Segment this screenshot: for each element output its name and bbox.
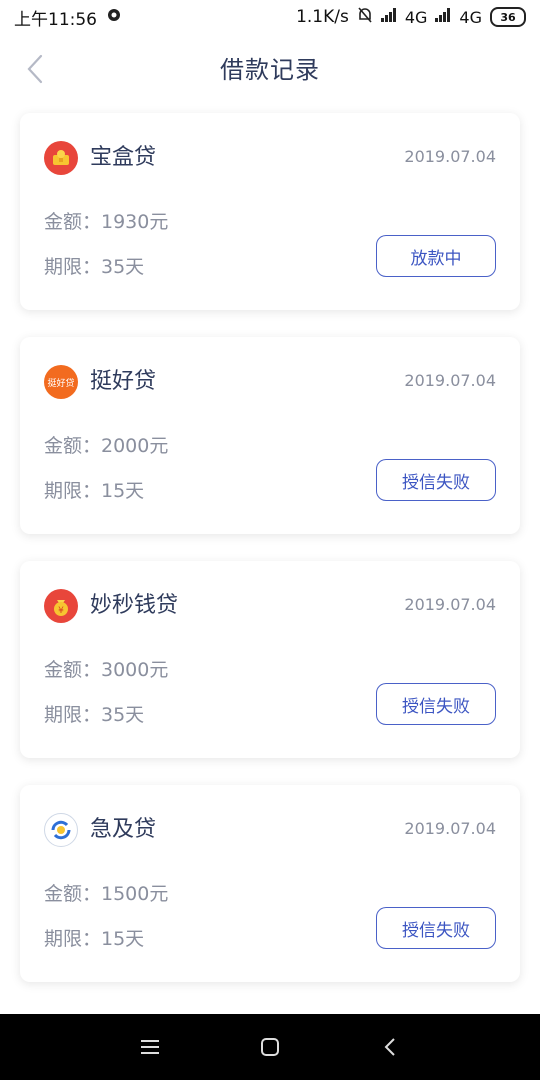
mute-bell-icon [357,6,373,29]
status-button[interactable]: 授信失败 [376,907,496,949]
lender-name: 挺好贷 [90,369,157,394]
message-notification-icon [107,7,121,27]
refresh-coin-icon [44,813,78,847]
back-triangle-icon [384,1038,395,1056]
loan-card[interactable]: 宝盒贷 2019.07.04 金额：1930元 期限：35天 放款中 [20,113,520,310]
status-bar: 上午11:56 1.1K/s 4G 4G 36 [0,0,540,34]
network-type-1: 4G [404,7,428,27]
loan-date: 2019.07.04 [404,595,496,614]
back-nav-button[interactable] [375,1032,405,1062]
status-button[interactable]: 授信失败 [376,683,496,725]
svg-text:¥: ¥ [58,606,64,616]
lender-name: 妙秒钱贷 [90,593,179,618]
gold-box-icon [44,141,78,175]
loan-term: 期限：15天 [44,928,145,950]
status-time: 上午11:56 [14,9,97,30]
logo-text: 挺好贷 [47,378,75,389]
loan-amount: 金额：2000元 [44,435,169,457]
money-bag-icon: ¥ [44,589,78,623]
loan-date: 2019.07.04 [404,819,496,838]
network-type-2: 4G [459,7,482,27]
loan-amount: 金额：1500元 [44,883,169,905]
loan-card[interactable]: 急及贷 2019.07.04 金额：1500元 期限：15天 授信失败 [20,785,520,982]
loan-amount: 金额：3000元 [44,659,169,681]
signal-icon [380,7,397,27]
signal-icon-2 [435,7,451,27]
battery-icon: 36 [490,7,526,27]
loan-date: 2019.07.04 [404,371,496,390]
loan-date: 2019.07.04 [404,147,496,166]
loan-amount: 金额：1930元 [44,211,169,233]
page-title: 借款记录 [220,55,320,84]
tinghaodai-logo: 挺好贷 [44,365,78,399]
loan-card[interactable]: 挺好贷 挺好贷 2019.07.04 金额：2000元 期限：15天 授信失败 [20,337,520,534]
system-nav-bar [0,1014,540,1080]
lender-name: 急及贷 [90,817,157,842]
header: 借款记录 [0,34,540,100]
home-button[interactable] [255,1032,285,1062]
loan-card[interactable]: ¥ 妙秒钱贷 2019.07.04 金额：3000元 期限：35天 授信失败 [20,561,520,758]
loan-term: 期限：15天 [44,480,145,502]
loan-list: 宝盒贷 2019.07.04 金额：1930元 期限：35天 放款中 挺好贷 挺… [20,113,520,1009]
loan-term: 期限：35天 [44,256,145,278]
loan-term: 期限：35天 [44,704,145,726]
menu-button[interactable] [135,1032,165,1062]
lender-name: 宝盒贷 [90,145,157,170]
menu-icon [141,1040,159,1054]
network-speed: 1.1K/s [296,7,349,27]
back-button[interactable] [18,52,52,86]
status-button[interactable]: 授信失败 [376,459,496,501]
chevron-left-icon [27,54,43,84]
status-button[interactable]: 放款中 [376,235,496,277]
home-square-icon [261,1038,279,1056]
